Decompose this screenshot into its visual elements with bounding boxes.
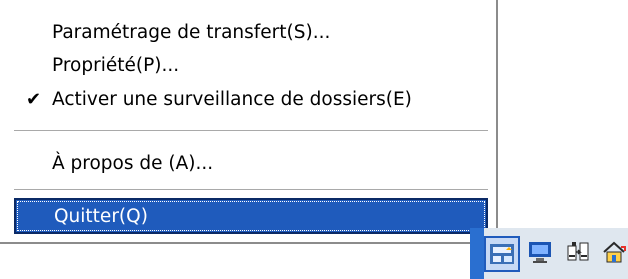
checkmark-icon: ✔ — [26, 89, 42, 110]
menu-item-about-label: À propos de (A)... — [52, 153, 214, 174]
desktop-screenshot: Paramétrage de transfert(S)... Propriété… — [0, 0, 628, 279]
file-transfer-icon-graphic — [567, 242, 589, 261]
menu-item-transfer-settings[interactable]: Paramétrage de transfert(S)... — [0, 17, 494, 49]
menu-item-properties[interactable]: Propriété(P)... — [0, 50, 494, 82]
taskbar-tray — [470, 228, 628, 279]
menu-item-about[interactable]: À propos de (A)... — [0, 148, 494, 180]
menu-item-properties-label: Propriété(P)... — [52, 55, 180, 76]
tray-context-menu: Paramétrage de transfert(S)... Propriété… — [0, 0, 498, 244]
computer-monitor-icon-graphic — [529, 242, 551, 263]
menu-item-folder-monitoring[interactable]: ✔ Activer une surveillance de dossiers(E… — [0, 84, 494, 116]
home-network-icon[interactable] — [596, 236, 628, 272]
home-network-icon-graphic — [603, 241, 626, 263]
menu-item-quit-label: Quitter(Q) — [54, 206, 148, 227]
file-transfer-icon[interactable] — [560, 236, 596, 272]
menu-separator — [14, 130, 488, 132]
computer-monitor-icon[interactable] — [522, 236, 558, 272]
menu-item-transfer-settings-label: Paramétrage de transfert(S)... — [52, 22, 331, 43]
taskbar-edge — [470, 228, 484, 279]
menu-item-quit[interactable]: Quitter(Q) — [14, 198, 488, 234]
scanner-transfer-icon[interactable] — [484, 236, 520, 272]
menu-separator — [14, 189, 488, 191]
menu-item-folder-monitoring-label: Activer une surveillance de dossiers(E) — [52, 89, 412, 110]
scanner-transfer-icon-graphic — [490, 244, 514, 264]
